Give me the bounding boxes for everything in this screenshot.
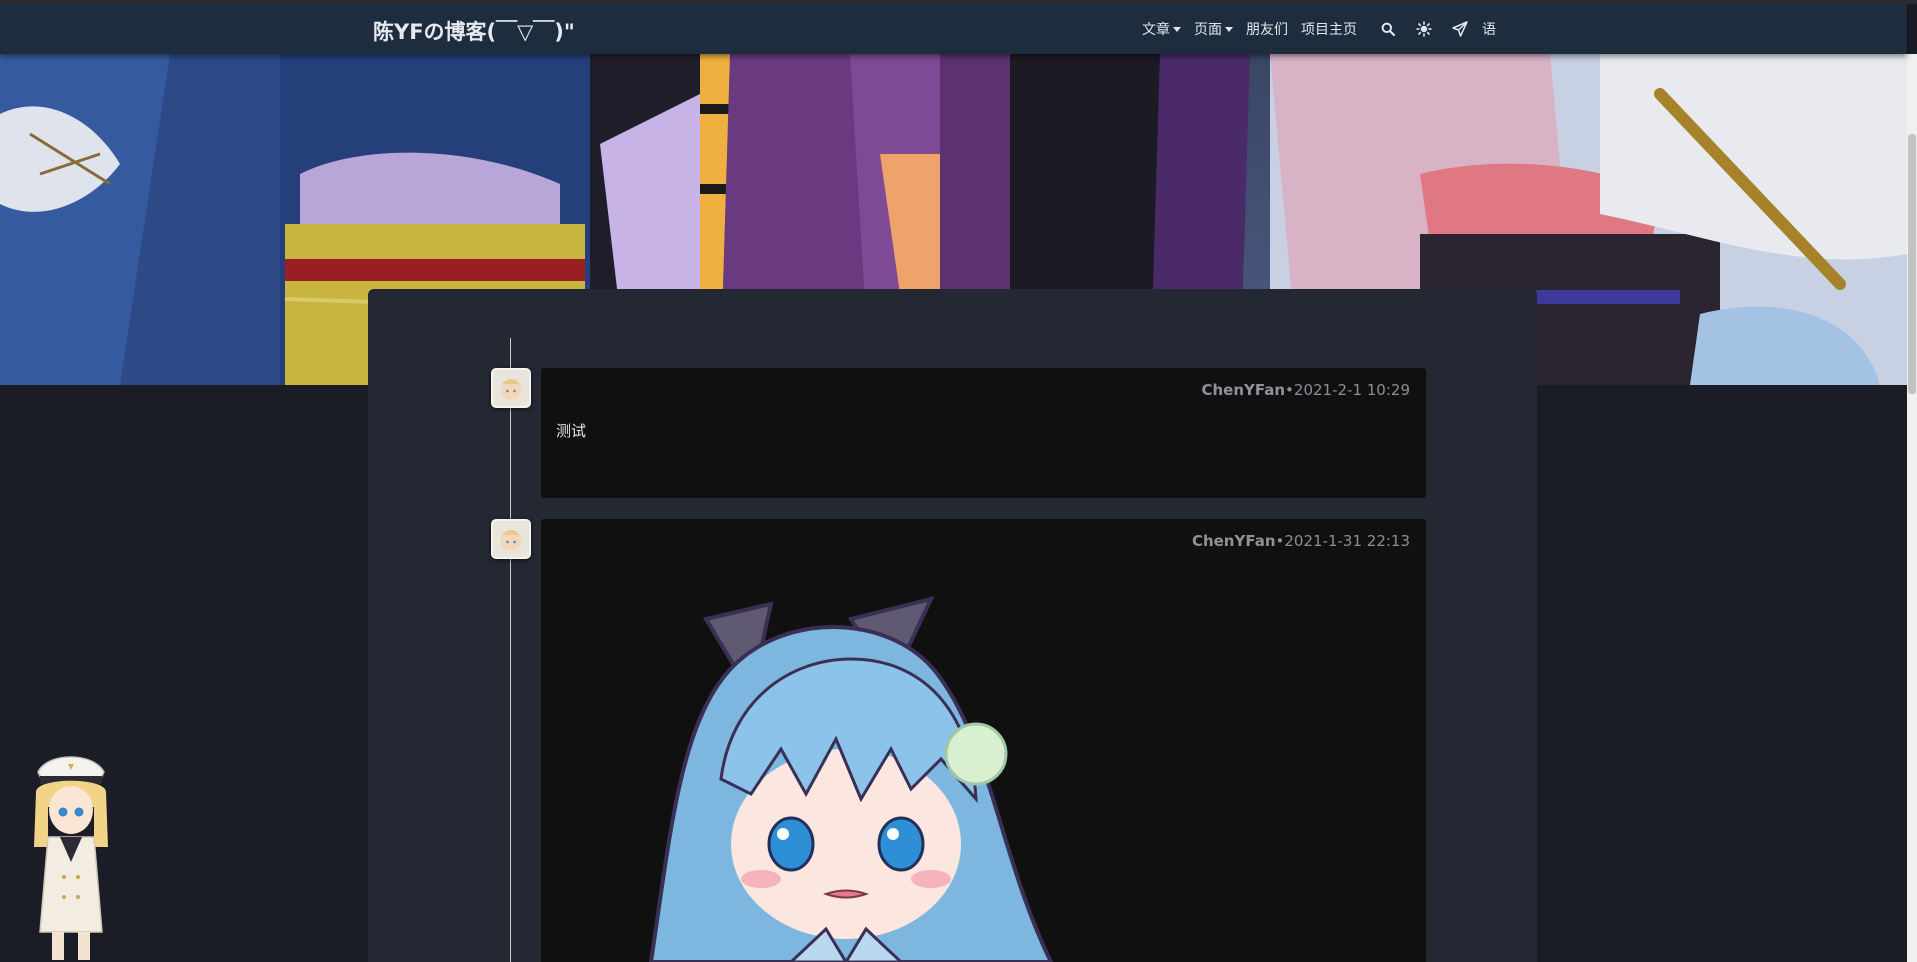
- language-button[interactable]: 语: [1482, 19, 1496, 39]
- nav-item-label: 文章: [1142, 22, 1170, 38]
- post-meta: ChenYFan•2021-1-31 22:13: [1192, 532, 1410, 550]
- post-meta: ChenYFan•2021-2-1 10:29: [1201, 381, 1410, 399]
- post-meta-separator: •: [1285, 381, 1294, 399]
- nav-item-articles[interactable]: 文章: [1142, 19, 1181, 39]
- caret-down-icon: [1225, 26, 1233, 32]
- nav-item-label: 页面: [1194, 22, 1222, 38]
- brightness-icon[interactable]: [1414, 19, 1434, 39]
- navbar: 陈YFの博客(￣▽￣)" 文章 页面 朋友们 项目主页 语: [0, 4, 1907, 54]
- timeline-post: ChenYFan•2021-1-31 22:13: [541, 519, 1426, 962]
- post-time: 2021-1-31 22:13: [1284, 532, 1410, 550]
- nav-item-projects[interactable]: 项目主页: [1301, 19, 1357, 39]
- post-author[interactable]: ChenYFan: [1192, 532, 1276, 550]
- author-avatar: [491, 368, 531, 408]
- nav-menu: 文章 页面 朋友们 项目主页 语: [1142, 4, 1509, 54]
- timeline-line: [510, 338, 511, 962]
- nav-item-label: 朋友们: [1246, 22, 1288, 38]
- nav-item-friends[interactable]: 朋友们: [1246, 19, 1288, 39]
- language-label: 语: [1482, 22, 1496, 38]
- post-text: 测试: [556, 422, 587, 440]
- site-title[interactable]: 陈YFの博客(￣▽￣)": [373, 16, 575, 46]
- post-time: 2021-2-1 10:29: [1293, 381, 1410, 399]
- timeline-post: ChenYFan•2021-2-1 10:29 测试: [541, 368, 1426, 498]
- send-icon[interactable]: [1450, 19, 1470, 39]
- search-icon[interactable]: [1378, 19, 1398, 39]
- post-image-anime-girl[interactable]: [611, 589, 1071, 962]
- post-author[interactable]: ChenYFan: [1201, 381, 1285, 399]
- scrollbar-thumb[interactable]: [1908, 134, 1916, 394]
- nav-item-label: 项目主页: [1301, 22, 1357, 38]
- live2d-mascot[interactable]: [28, 752, 114, 962]
- nav-item-pages[interactable]: 页面: [1194, 19, 1233, 39]
- caret-down-icon: [1173, 26, 1181, 32]
- author-avatar: [491, 519, 531, 559]
